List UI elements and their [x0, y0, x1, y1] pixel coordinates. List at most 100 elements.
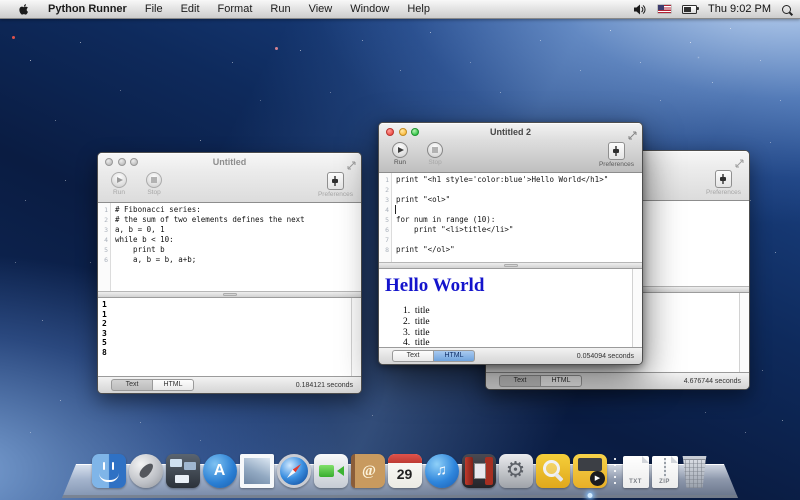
execution-time: 0.184121 seconds: [296, 382, 353, 389]
stop-button[interactable]: Stop: [422, 142, 448, 166]
traffic-lights: [105, 158, 138, 166]
line-number-gutter: 1 2 3 4 5 6 7 8: [379, 173, 392, 262]
facetime-icon[interactable]: [314, 454, 348, 488]
tab-html[interactable]: HTML: [152, 379, 194, 391]
tab-html[interactable]: HTML: [540, 375, 582, 387]
menu-edit[interactable]: Edit: [172, 0, 209, 18]
wallpaper-red-star: [12, 36, 15, 39]
app-store-icon[interactable]: [203, 454, 237, 488]
preferences-button[interactable]: Preferences: [706, 170, 741, 196]
menu-run[interactable]: Run: [261, 0, 299, 18]
execution-time: 4.676744 seconds: [684, 378, 741, 385]
menu-help[interactable]: Help: [398, 0, 439, 18]
tab-text[interactable]: Text: [392, 350, 433, 362]
statusbar-untitled-2: Text HTML 0.054094 seconds: [379, 347, 642, 364]
dock-separator: [610, 456, 620, 488]
safari-icon[interactable]: [277, 454, 311, 488]
tab-text[interactable]: Text: [111, 379, 152, 391]
stop-square-icon: [146, 172, 162, 188]
stop-square-icon: [427, 142, 443, 158]
window-untitled: Untitled Run Stop Preferences 1 2 3 4 5 …: [97, 152, 362, 394]
battery-icon[interactable]: [682, 5, 697, 14]
tab-html[interactable]: HTML: [433, 350, 475, 362]
itunes-icon[interactable]: [425, 454, 459, 488]
window-title: Untitled: [213, 157, 247, 167]
system-preferences-icon[interactable]: [499, 454, 533, 488]
line-number-gutter: 1 2 3 4 5 6: [98, 203, 111, 291]
output-pane-untitled: 1 1 2 3 5 8: [98, 298, 361, 376]
apple-menu[interactable]: [9, 3, 39, 16]
launchpad-icon[interactable]: [129, 454, 163, 488]
scrollbar[interactable]: [739, 293, 749, 372]
python-runner-icon[interactable]: [573, 454, 607, 488]
dock-icons: 29 TXT ZIP: [62, 454, 738, 488]
mission-control-icon[interactable]: [166, 454, 200, 488]
menu-window[interactable]: Window: [341, 0, 398, 18]
preferences-button[interactable]: Preferences: [599, 142, 634, 168]
calendar-icon[interactable]: 29: [388, 454, 422, 488]
minimize-button[interactable]: [118, 158, 126, 166]
menu-file[interactable]: File: [136, 0, 172, 18]
run-button[interactable]: Run: [387, 142, 413, 166]
volume-icon[interactable]: [634, 4, 647, 15]
scrollbar[interactable]: [632, 269, 642, 347]
tab-text[interactable]: Text: [499, 375, 540, 387]
toolbar-untitled-2: Run Stop Preferences: [379, 140, 642, 173]
window-title: Untitled 2: [490, 127, 531, 137]
menu-bar: Python Runner File Edit Format Run View …: [0, 0, 800, 19]
minimize-button[interactable]: [399, 128, 407, 136]
spotlight-icon[interactable]: [782, 5, 791, 14]
output-mode-tabs: Text HTML: [499, 375, 582, 387]
preferences-button[interactable]: Preferences: [318, 172, 353, 198]
text-cursor: [395, 205, 396, 214]
code-editor-untitled-2[interactable]: 1 2 3 4 5 6 7 8 print "<h1 style='color:…: [379, 173, 642, 262]
close-button[interactable]: [386, 128, 394, 136]
html-output-list: 1. title 2. title 3. title 4. title 5. t…: [403, 306, 642, 347]
code-text: print "<h1 style='color:blue'>Hello Worl…: [392, 173, 642, 262]
photo-booth-icon[interactable]: [462, 454, 496, 488]
statusbar-right: Text HTML 4.676744 seconds: [486, 372, 749, 389]
finder-icon[interactable]: [92, 454, 126, 488]
zip-archive-icon[interactable]: ZIP: [652, 456, 678, 488]
input-source-flag-icon[interactable]: [658, 5, 671, 13]
close-button[interactable]: [105, 158, 113, 166]
splitter-handle[interactable]: [98, 291, 361, 298]
run-play-icon: [392, 142, 408, 158]
trash-icon[interactable]: [681, 456, 709, 488]
titlebar-untitled-2[interactable]: Untitled 2: [379, 123, 642, 140]
execution-time: 0.054094 seconds: [577, 353, 634, 360]
titlebar-untitled[interactable]: Untitled: [98, 153, 361, 170]
output-mode-tabs: Text HTML: [392, 350, 475, 362]
stop-button[interactable]: Stop: [141, 172, 167, 196]
preferences-icon: [608, 142, 625, 160]
text-output: 1 1 2 3 5 8: [98, 298, 361, 357]
scrollbar[interactable]: [351, 298, 361, 376]
traffic-lights: [386, 128, 419, 136]
menu-bar-status-area: Thu 9:02 PM: [634, 3, 791, 15]
splitter-handle[interactable]: [379, 262, 642, 269]
window-untitled-2: Untitled 2 Run Stop Preferences 1 2 3 4 …: [378, 122, 643, 365]
html-output-heading: Hello World: [385, 275, 642, 297]
txt-document-icon[interactable]: TXT: [623, 456, 649, 488]
run-play-icon: [111, 172, 127, 188]
menu-format[interactable]: Format: [209, 0, 262, 18]
code-editor-untitled[interactable]: 1 2 3 4 5 6 # Fibonacci series: # the su…: [98, 203, 361, 291]
menu-bar-clock[interactable]: Thu 9:02 PM: [708, 3, 771, 15]
app-menu-title[interactable]: Python Runner: [39, 3, 136, 15]
desktop: Run Stop Preferences Text HTML 4.676744: [0, 0, 800, 500]
menu-view[interactable]: View: [300, 0, 342, 18]
magnifier-utility-icon[interactable]: [536, 454, 570, 488]
zoom-button[interactable]: [130, 158, 138, 166]
statusbar-untitled: Text HTML 0.184121 seconds: [98, 376, 361, 393]
dock: 29 TXT ZIP: [62, 444, 738, 500]
splitter-dimple-icon: [223, 293, 237, 296]
address-book-icon[interactable]: [351, 454, 385, 488]
preferences-icon: [327, 172, 344, 190]
running-indicator-light: [587, 493, 592, 498]
splitter-dimple-icon: [504, 264, 518, 267]
toolbar-untitled: Run Stop Preferences: [98, 170, 361, 203]
output-mode-tabs: Text HTML: [111, 379, 194, 391]
mail-icon[interactable]: [240, 454, 274, 488]
zoom-button[interactable]: [411, 128, 419, 136]
run-button[interactable]: Run: [106, 172, 132, 196]
